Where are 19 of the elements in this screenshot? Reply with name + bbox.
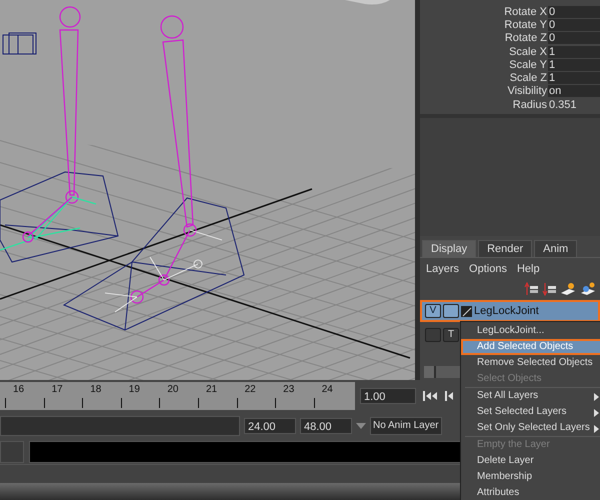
channel-label: Rotate X — [503, 6, 548, 18]
frame-number: 21 — [206, 384, 218, 395]
frame-number: 23 — [283, 384, 294, 395]
frame-number: 16 — [13, 384, 24, 395]
frame-number: 19 — [128, 384, 140, 395]
layer-name: LegLockJoint — [474, 305, 539, 317]
frame-number: 24 — [322, 384, 333, 395]
channel-label: Rotate Y — [503, 18, 548, 31]
frame-number: 20 — [167, 384, 178, 395]
channel-label: Scale Z — [508, 72, 548, 84]
channel-label: Rotate Z — [504, 32, 548, 44]
channel-label: Scale X — [508, 46, 548, 58]
channel-label: Radius — [512, 98, 548, 111]
frame-number: 18 — [90, 384, 102, 395]
channel-label: Visibility — [506, 85, 548, 98]
channel-label: Scale Y — [508, 58, 548, 71]
frame-number: 22 — [244, 384, 256, 395]
frame-number: 17 — [52, 384, 63, 395]
channel-value: 0.351 — [548, 98, 578, 111]
